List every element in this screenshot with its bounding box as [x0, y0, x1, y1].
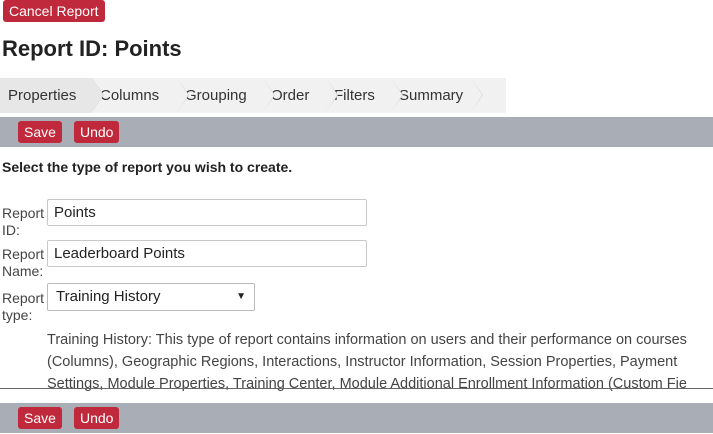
instruction-text: Select the type of report you wish to cr…	[2, 159, 293, 175]
undo-button[interactable]: Undo	[74, 407, 120, 429]
tab-label: Columns	[100, 87, 160, 104]
report-id-field[interactable]: Points	[47, 199, 367, 226]
label-line: Name:	[2, 263, 44, 279]
report-type-label: Report type:	[2, 290, 48, 324]
save-button[interactable]: Save	[18, 121, 62, 143]
description-line: Training History: This type of report co…	[47, 332, 687, 348]
label-line: Report	[2, 205, 45, 221]
tab-properties[interactable]: Properties	[0, 78, 104, 113]
label-line: Report	[2, 246, 45, 262]
report-id-label: Report ID:	[2, 205, 48, 239]
report-wizard-tabs: Properties Columns Grouping Order Filter…	[0, 78, 506, 113]
dropdown-arrow-icon: ▼	[236, 291, 246, 302]
report-type-description: Training History: This type of report co…	[47, 329, 713, 395]
page-title: Report ID: Points	[2, 36, 182, 61]
tab-label: Order	[271, 87, 310, 104]
report-name-label: Report Name:	[2, 246, 48, 280]
save-button[interactable]: Save	[18, 407, 62, 429]
cancel-report-button[interactable]: Cancel Report	[3, 0, 105, 22]
tab-grouping[interactable]: Grouping	[177, 78, 275, 113]
label-line: Report	[2, 290, 45, 306]
tab-label: Summary	[399, 87, 464, 104]
label-line: type:	[2, 307, 33, 323]
description-line: Settings, Module Properties, Training Ce…	[47, 376, 687, 392]
tab-columns[interactable]: Columns	[92, 78, 189, 113]
divider	[0, 388, 713, 389]
report-type-selected: Training History	[56, 288, 161, 305]
tab-summary[interactable]: Summary	[391, 78, 483, 113]
tab-label: Filters	[334, 87, 375, 104]
description-line: (Columns), Geographic Regions, Interacti…	[47, 354, 678, 370]
top-toolbar: Save Undo	[0, 117, 713, 147]
report-name-field[interactable]: Leaderboard Points	[47, 240, 367, 267]
report-type-select[interactable]: Training History ▼	[47, 283, 255, 311]
label-line: ID:	[2, 222, 20, 238]
undo-button[interactable]: Undo	[74, 121, 120, 143]
tab-label: Properties	[8, 87, 77, 104]
tab-label: Grouping	[185, 87, 247, 104]
bottom-toolbar: Save Undo	[0, 403, 713, 433]
